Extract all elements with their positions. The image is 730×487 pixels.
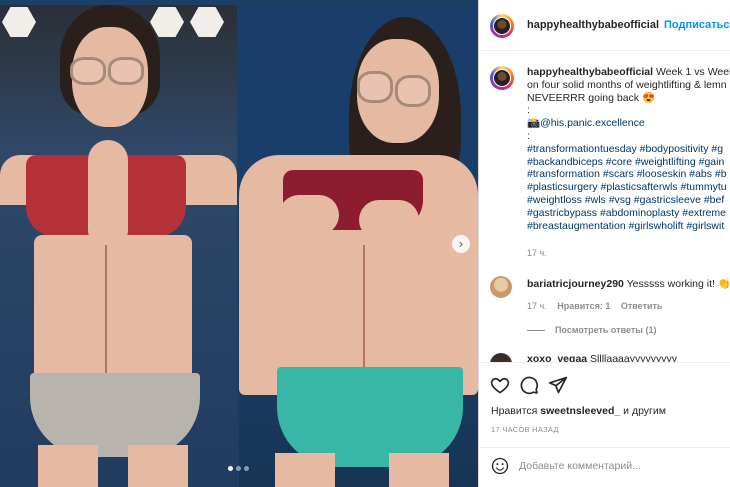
comment-username[interactable]: xoxo_vegaa: [527, 353, 587, 362]
comment-likes[interactable]: Нравится: 1: [557, 301, 610, 311]
photo-after: [239, 5, 478, 487]
likes-summary[interactable]: Нравится sweetnsleeved_ и другим: [491, 405, 666, 417]
hashtag-line[interactable]: #gastricbypass #abdominoplasty #extreme: [527, 207, 730, 220]
carousel-dot: [244, 466, 249, 471]
post-header: happyhealthybabeofficial Подписаться: [479, 0, 730, 51]
hashtag-line[interactable]: #breastaugmentation #girlswholift #girls…: [527, 220, 730, 233]
caption-mention[interactable]: 📸@his.panic.excellence: [527, 117, 730, 130]
hashtag-line[interactable]: #transformation #scars #looseskin #abs #…: [527, 168, 730, 181]
caption-line: Week 1 vs Week: [655, 66, 730, 78]
likes-prefix: Нравится: [491, 405, 538, 417]
comment-item: xoxo_vegaa Sllllaaaayyyyyyyyy: [479, 350, 730, 362]
add-comment-bar: [479, 447, 730, 487]
hashtag-line[interactable]: #weightloss #wls #vsg #gastricsleeve #be…: [527, 194, 730, 207]
emoji-icon[interactable]: [491, 457, 509, 475]
avatar[interactable]: [490, 66, 514, 90]
action-bar: Нравится sweetnsleeved_ и другим 17 ЧАСО…: [479, 362, 730, 453]
next-photo-button[interactable]: ›: [452, 235, 470, 253]
carousel-dot: [236, 466, 241, 471]
caption-line: on four solid months of weightlifting & …: [527, 78, 727, 91]
post-photo[interactable]: ›: [0, 0, 478, 487]
comment-body: Sllllaaaayyyyyyyyy: [590, 353, 677, 362]
author-username[interactable]: happyhealthybabeofficial: [527, 19, 659, 31]
hashtag-line[interactable]: #transformationtuesday #bodypositivity #…: [527, 143, 730, 156]
comment-icon[interactable]: [519, 375, 539, 395]
comment-input[interactable]: [519, 457, 719, 475]
post-timestamp: 17 ЧАСОВ НАЗАД: [491, 425, 559, 434]
view-replies-button[interactable]: Посмотреть ответы (1): [527, 325, 656, 335]
follow-button[interactable]: Подписаться: [664, 19, 730, 31]
caption-text: happyhealthybabeofficial Week 1 vs Week …: [527, 66, 730, 232]
caption-line: NEVEERRR going back 😍: [527, 91, 656, 104]
comment-username[interactable]: bariatricjourney290: [527, 278, 624, 290]
likes-user[interactable]: sweetnsleeved_: [540, 405, 620, 417]
carousel-dot: [228, 466, 233, 471]
photo-before: [0, 5, 237, 487]
reply-button[interactable]: Ответить: [621, 301, 663, 311]
caption-line: :: [527, 129, 530, 142]
heart-icon[interactable]: [490, 375, 510, 395]
likes-suffix: и другим: [623, 405, 666, 417]
avatar[interactable]: [490, 14, 514, 38]
post-side-panel: happyhealthybabeofficial Подписаться hap…: [478, 0, 730, 487]
share-icon[interactable]: [548, 375, 568, 395]
carousel-dots: [228, 466, 249, 471]
wall-decor: [2, 7, 36, 37]
comment-text: xoxo_vegaa Sllllaaaayyyyyyyyy: [527, 353, 677, 362]
avatar[interactable]: [490, 353, 512, 362]
comment-text: bariatricjourney290 Yesssss working it! …: [527, 277, 730, 290]
caption-line: :: [527, 104, 530, 117]
caption-timestamp: 17 ч.: [527, 248, 547, 258]
comment-meta: 17 ч. Нравится: 1 Ответить: [527, 301, 670, 311]
caption-username[interactable]: happyhealthybabeofficial: [527, 66, 653, 78]
wall-decor: [190, 7, 224, 37]
avatar[interactable]: [490, 276, 512, 298]
comment-body: Yesssss working it! 👏: [626, 278, 730, 290]
comment-time: 17 ч.: [527, 301, 547, 311]
hashtag-line[interactable]: #backandbiceps #core #weightlifting #gai…: [527, 156, 730, 169]
wall-decor: [150, 7, 184, 37]
hashtag-line[interactable]: #plasticsurgery #plasticsafterwls #tummy…: [527, 181, 730, 194]
